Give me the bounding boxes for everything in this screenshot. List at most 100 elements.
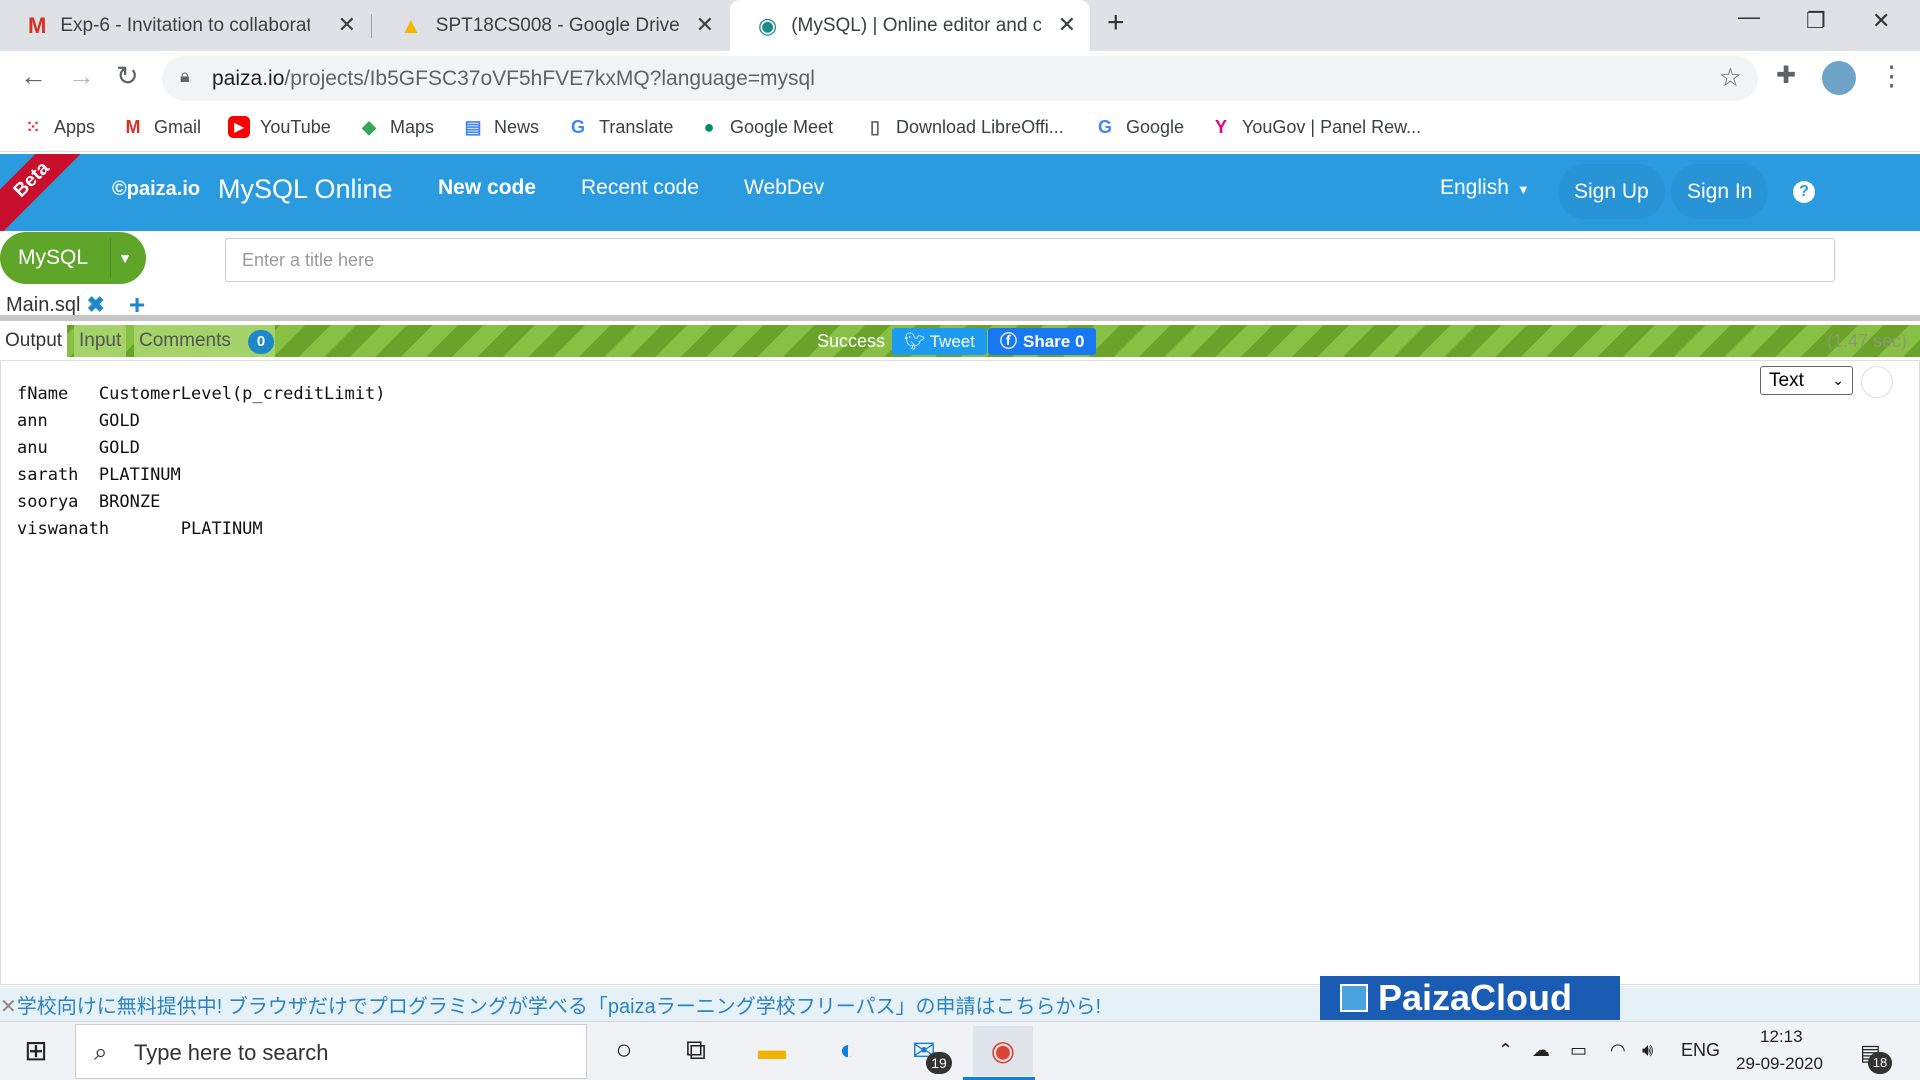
bookmark-libreoffice[interactable]: ▯ Download LibreOffi... <box>864 116 1064 138</box>
tweet-button[interactable]: 🐦︎ Tweet <box>892 328 987 355</box>
tab-title: SPT18CS008 - Google Drive <box>435 14 680 36</box>
bookmark-yougov[interactable]: Y YouGov | Panel Rew... <box>1210 116 1421 138</box>
language-select-button[interactable]: MySQL ▼ <box>0 232 146 284</box>
output-format-select[interactable]: Text ⌄ <box>1760 366 1853 395</box>
paizacloud-label: PaizaCloud <box>1378 977 1573 1018</box>
google-drive-icon: ▲ <box>400 12 422 38</box>
editor-divider[interactable] <box>0 315 1920 321</box>
bookmark-google[interactable]: G Google <box>1094 116 1184 138</box>
nav-new-code[interactable]: New code <box>438 176 536 200</box>
output-line: anu GOLD <box>17 438 140 458</box>
nav-recent-code[interactable]: Recent code <box>581 176 699 200</box>
caret-down-icon: ▼ <box>1516 182 1530 197</box>
onedrive-icon[interactable]: ☁ <box>1532 1040 1550 1061</box>
close-window-button[interactable]: ✕ <box>1872 8 1890 34</box>
twitter-icon: 🐦︎ <box>904 332 926 351</box>
help-icon[interactable]: ? <box>1793 181 1815 203</box>
browser-tab-paiza[interactable]: ◉ (MySQL) | Online editor and com ✕ <box>730 0 1090 51</box>
bookmark-translate[interactable]: G Translate <box>567 116 673 138</box>
title-input[interactable] <box>225 238 1835 282</box>
bookmark-label: YouTube <box>260 116 331 137</box>
reload-button[interactable]: ↻ <box>116 61 139 92</box>
language-label: English <box>1440 176 1509 199</box>
forward-button[interactable]: → <box>68 61 95 92</box>
tab-output[interactable]: Output <box>0 325 68 357</box>
taskbar-search[interactable]: ⌕ Type here to search <box>75 1024 587 1079</box>
chevron-down-icon: ⌄ <box>1832 372 1844 388</box>
clock-time[interactable]: 12:13 <box>1760 1027 1803 1047</box>
new-tab-button[interactable]: + <box>1107 6 1125 40</box>
comments-count-badge: 0 <box>248 330 274 354</box>
file-explorer-icon[interactable]: ▬ <box>747 1034 797 1066</box>
nav-webdev[interactable]: WebDev <box>744 176 824 200</box>
bookmark-apps[interactable]: ⁙ Apps <box>22 116 95 138</box>
news-icon: ▤ <box>464 117 482 137</box>
bookmark-maps[interactable]: ◆ Maps <box>358 116 434 138</box>
menu-icon[interactable]: ⋮ <box>1878 61 1905 92</box>
star-icon[interactable]: ☆ <box>1719 62 1742 93</box>
volume-icon[interactable]: 🔊︎ <box>1642 1040 1653 1061</box>
output-text: fName CustomerLevel(p_creditLimit) ann G… <box>17 381 385 543</box>
bookmark-label: Download LibreOffi... <box>896 116 1064 137</box>
cortana-icon[interactable]: ○ <box>599 1034 649 1066</box>
minimize-button[interactable]: — <box>1738 4 1760 30</box>
bookmark-youtube[interactable]: ▶ YouTube <box>228 116 331 138</box>
avatar[interactable] <box>1822 61 1856 95</box>
back-button[interactable]: ← <box>20 61 47 92</box>
close-icon[interactable]: ✕ <box>0 996 17 1018</box>
browser-tab-drive[interactable]: ▲ SPT18CS008 - Google Drive ✕ <box>372 0 728 51</box>
language-dropdown[interactable]: English ▼ <box>1440 176 1530 200</box>
paizacloud-logo[interactable]: PaizaCloud <box>1320 976 1620 1020</box>
bookmarks-bar: ⁙ Apps M Gmail ▶ YouTube ◆ Maps ▤ News G Trans… <box>0 106 1920 152</box>
task-view-icon[interactable]: ⧉ <box>671 1034 721 1067</box>
beta-ribbon: Beta <box>0 154 90 231</box>
file-tab[interactable]: Main.sql ✖ + <box>0 289 145 320</box>
lock-icon: 🔒︎ <box>180 66 190 86</box>
close-icon[interactable]: ✕ <box>338 12 356 38</box>
url-text: paiza.io/projects/Ib5GFSC37oVF5hFVE7kxMQ… <box>212 67 815 90</box>
chevron-up-icon[interactable]: ⌃ <box>1498 1040 1513 1061</box>
close-icon[interactable]: ✕ <box>1058 12 1076 38</box>
close-icon[interactable]: ✕ <box>696 12 714 38</box>
yougov-icon: Y <box>1214 117 1227 137</box>
paiza-logo[interactable]: ©paiza.io <box>112 178 200 201</box>
bookmark-meet[interactable]: ● Google Meet <box>698 116 834 138</box>
search-icon: ⌕ <box>94 1039 108 1066</box>
bookmark-label: Google Meet <box>730 116 834 137</box>
chrome-icon[interactable]: ◉ <box>973 1026 1033 1076</box>
tweet-label: Tweet <box>929 332 975 351</box>
extensions-icon[interactable]: ✚ <box>1776 61 1796 90</box>
browser-tab-bar: M Exp-6 - Invitation to collaborate ✕ ▲ … <box>0 0 1920 51</box>
execution-time: (1.47 sec) <box>1827 331 1908 351</box>
edge-icon[interactable]: ◐ <box>823 1034 873 1066</box>
wifi-icon[interactable]: ◠ <box>1610 1040 1626 1061</box>
windows-start-icon[interactable]: ⊞ <box>11 1034 61 1067</box>
tab-comments-label: Comments <box>139 330 231 351</box>
address-bar[interactable]: 🔒︎ paiza.io/projects/Ib5GFSC37oVF5hFVE7k… <box>162 56 1758 101</box>
browser-tab-gmail[interactable]: M Exp-6 - Invitation to collaborate ✕ <box>0 0 370 51</box>
facebook-share-button[interactable]: ⓕ Share 0 <box>988 328 1097 355</box>
notification-badge: 18 <box>1868 1052 1892 1074</box>
gmail-icon: M <box>125 117 141 137</box>
clock-date[interactable]: 29-09-2020 <box>1736 1054 1823 1074</box>
sign-in-button[interactable]: Sign In <box>1671 164 1769 219</box>
site-header: Beta ©paiza.io MySQL Online New code Rec… <box>0 154 1920 231</box>
restore-button[interactable]: ❐ <box>1806 8 1826 34</box>
split-divider <box>110 238 111 278</box>
copy-output-button[interactable] <box>1861 366 1893 398</box>
tab-input[interactable]: Input <box>74 325 127 357</box>
bookmark-news[interactable]: ▤ News <box>462 116 539 138</box>
share-label: Share 0 <box>1023 332 1085 351</box>
input-language[interactable]: ENG <box>1681 1040 1720 1061</box>
sign-up-button[interactable]: Sign Up <box>1558 164 1665 219</box>
bookmark-label: YouGov | Panel Rew... <box>1242 116 1422 137</box>
bookmark-label: Apps <box>54 116 96 137</box>
caret-down-icon: ▼ <box>118 250 132 266</box>
windows-taskbar: ⊞ ⌕ Type here to search ○ ⧉ ▬ ◐ ✉ 19 ◉ ⌃… <box>0 1021 1920 1080</box>
promo-banner[interactable]: ✕学校向けに無料提供中! ブラウザだけでプログラミングが学べる「paizaラーニ… <box>0 986 1920 1021</box>
battery-icon[interactable]: ▭ <box>1570 1040 1587 1061</box>
promo-text[interactable]: ✕学校向けに無料提供中! ブラウザだけでプログラミングが学べる「paizaラーニ… <box>0 990 1101 1019</box>
bookmark-gmail[interactable]: M Gmail <box>122 116 202 138</box>
google-icon: G <box>1097 117 1112 137</box>
output-line: fName CustomerLevel(p_creditLimit) <box>17 384 386 404</box>
